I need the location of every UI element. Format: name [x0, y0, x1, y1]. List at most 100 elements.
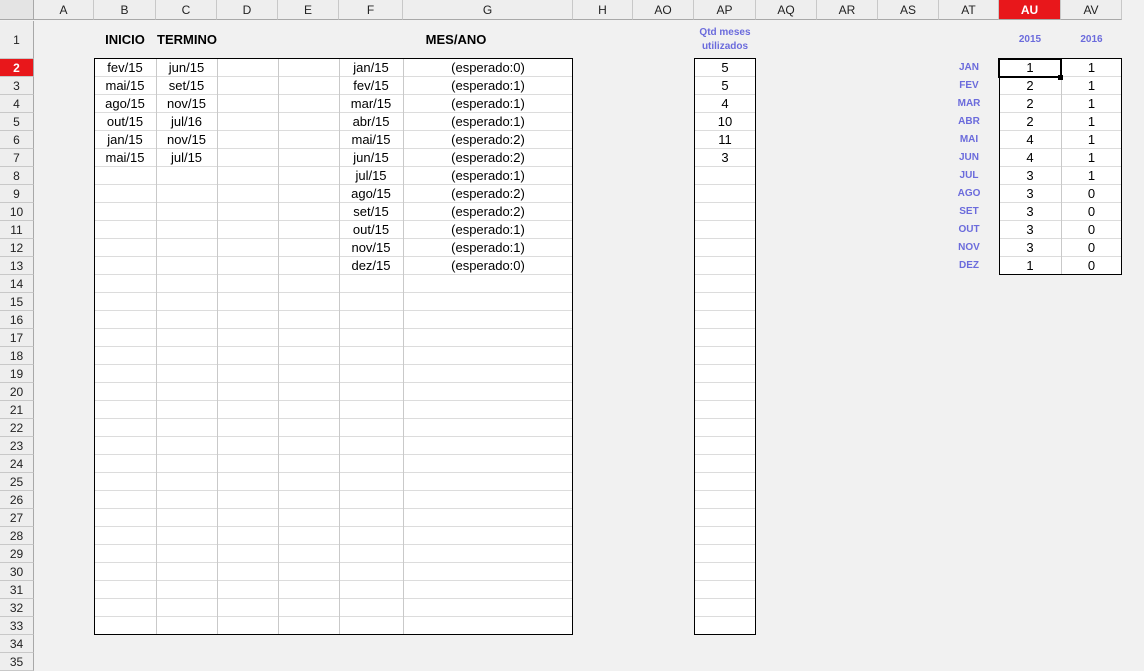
row-header-1[interactable]: 1: [0, 21, 34, 59]
cell-mes-ano[interactable]: abr/15: [339, 113, 403, 131]
column-header-c[interactable]: C: [156, 0, 217, 20]
cell-esperado[interactable]: (esperado:1): [403, 167, 573, 185]
cell-inicio[interactable]: out/15: [94, 113, 156, 131]
cell-month-label[interactable]: OUT: [939, 224, 999, 235]
column-header-ar[interactable]: AR: [817, 0, 878, 20]
cell-qtd-meses[interactable]: 3: [694, 149, 756, 167]
fill-handle[interactable]: [1058, 75, 1063, 80]
cell-mes-ano[interactable]: out/15: [339, 221, 403, 239]
cell-mes-ano[interactable]: set/15: [339, 203, 403, 221]
cell-qtd-meses[interactable]: 11: [694, 131, 756, 149]
cell-month-label[interactable]: DEZ: [939, 260, 999, 271]
row-header-31[interactable]: 31: [0, 581, 34, 599]
row-header-3[interactable]: 3: [0, 77, 34, 95]
row-header-28[interactable]: 28: [0, 527, 34, 545]
cell-month-label[interactable]: JUN: [939, 152, 999, 163]
cell-inicio[interactable]: ago/15: [94, 95, 156, 113]
column-header-h[interactable]: H: [573, 0, 633, 20]
cell-mes-ano[interactable]: fev/15: [339, 77, 403, 95]
cell-2016-count[interactable]: 1: [1061, 149, 1122, 167]
column-header-av[interactable]: AV: [1061, 0, 1122, 20]
cell-2015-count[interactable]: 4: [999, 131, 1061, 149]
cell-mes-ano[interactable]: jun/15: [339, 149, 403, 167]
row-header-7[interactable]: 7: [0, 149, 34, 167]
cell-2016-count[interactable]: 1: [1061, 77, 1122, 95]
cell-2015-count[interactable]: 3: [999, 203, 1061, 221]
column-header-ao[interactable]: AO: [633, 0, 694, 20]
row-header-13[interactable]: 13: [0, 257, 34, 275]
cell-esperado[interactable]: (esperado:2): [403, 131, 573, 149]
row-header-12[interactable]: 12: [0, 239, 34, 257]
cell-mes-ano[interactable]: ago/15: [339, 185, 403, 203]
header-qtd-line1[interactable]: Qtd meses: [694, 27, 756, 38]
cell-termino[interactable]: jun/15: [156, 59, 217, 77]
header-year-2015[interactable]: 2015: [999, 34, 1061, 45]
header-inicio[interactable]: INICIO: [94, 32, 156, 47]
cell-termino[interactable]: nov/15: [156, 131, 217, 149]
cell-esperado[interactable]: (esperado:1): [403, 113, 573, 131]
row-header-9[interactable]: 9: [0, 185, 34, 203]
cell-qtd-meses[interactable]: 4: [694, 95, 756, 113]
column-header-au[interactable]: AU: [999, 0, 1061, 20]
cell-esperado[interactable]: (esperado:1): [403, 239, 573, 257]
cell-2016-count[interactable]: 0: [1061, 239, 1122, 257]
cell-2015-count[interactable]: 1: [999, 257, 1061, 275]
cell-termino[interactable]: set/15: [156, 77, 217, 95]
column-header-e[interactable]: E: [278, 0, 339, 20]
cell-month-label[interactable]: JUL: [939, 170, 999, 181]
active-cell-au2[interactable]: [998, 58, 1062, 78]
cell-2016-count[interactable]: 1: [1061, 59, 1122, 77]
row-header-19[interactable]: 19: [0, 365, 34, 383]
cell-qtd-meses[interactable]: 10: [694, 113, 756, 131]
cell-2015-count[interactable]: 4: [999, 149, 1061, 167]
row-header-4[interactable]: 4: [0, 95, 34, 113]
cell-2015-count[interactable]: 3: [999, 221, 1061, 239]
row-header-23[interactable]: 23: [0, 437, 34, 455]
row-header-26[interactable]: 26: [0, 491, 34, 509]
row-header-20[interactable]: 20: [0, 383, 34, 401]
cell-qtd-meses[interactable]: 5: [694, 77, 756, 95]
row-header-14[interactable]: 14: [0, 275, 34, 293]
cell-2015-count[interactable]: 2: [999, 95, 1061, 113]
column-header-a[interactable]: A: [34, 0, 94, 20]
cell-esperado[interactable]: (esperado:2): [403, 203, 573, 221]
cell-esperado[interactable]: (esperado:2): [403, 185, 573, 203]
cell-mes-ano[interactable]: jan/15: [339, 59, 403, 77]
row-header-6[interactable]: 6: [0, 131, 34, 149]
row-header-2[interactable]: 2: [0, 59, 34, 77]
spreadsheet[interactable]: A B C D E F G H AO AP AQ AR AS AT AU AV 1 2 3 4 5 6 7 8 9 10 11 12…: [0, 0, 1144, 671]
row-header-16[interactable]: 16: [0, 311, 34, 329]
column-header-b[interactable]: B: [94, 0, 156, 20]
select-all-corner[interactable]: [0, 0, 34, 20]
cell-month-label[interactable]: SET: [939, 206, 999, 217]
cell-esperado[interactable]: (esperado:1): [403, 77, 573, 95]
row-header-17[interactable]: 17: [0, 329, 34, 347]
column-header-aq[interactable]: AQ: [756, 0, 817, 20]
cell-mes-ano[interactable]: mai/15: [339, 131, 403, 149]
row-header-24[interactable]: 24: [0, 455, 34, 473]
column-header-at[interactable]: AT: [939, 0, 999, 20]
row-header-21[interactable]: 21: [0, 401, 34, 419]
row-header-25[interactable]: 25: [0, 473, 34, 491]
column-header-d[interactable]: D: [217, 0, 278, 20]
cell-2016-count[interactable]: 1: [1061, 167, 1122, 185]
cell-esperado[interactable]: (esperado:0): [403, 59, 573, 77]
cell-inicio[interactable]: fev/15: [94, 59, 156, 77]
cell-esperado[interactable]: (esperado:1): [403, 221, 573, 239]
row-header-11[interactable]: 11: [0, 221, 34, 239]
row-header-5[interactable]: 5: [0, 113, 34, 131]
cell-month-label[interactable]: MAR: [939, 98, 999, 109]
cell-mes-ano[interactable]: dez/15: [339, 257, 403, 275]
cell-2016-count[interactable]: 0: [1061, 257, 1122, 275]
cell-2015-count[interactable]: 3: [999, 167, 1061, 185]
cell-2016-count[interactable]: 1: [1061, 95, 1122, 113]
header-qtd-line2[interactable]: utilizados: [694, 41, 756, 52]
cell-inicio[interactable]: jan/15: [94, 131, 156, 149]
cell-2016-count[interactable]: 0: [1061, 203, 1122, 221]
cell-termino[interactable]: nov/15: [156, 95, 217, 113]
column-header-as[interactable]: AS: [878, 0, 939, 20]
cell-inicio[interactable]: mai/15: [94, 77, 156, 95]
row-header-27[interactable]: 27: [0, 509, 34, 527]
header-year-2016[interactable]: 2016: [1061, 34, 1122, 45]
cell-mes-ano[interactable]: mar/15: [339, 95, 403, 113]
